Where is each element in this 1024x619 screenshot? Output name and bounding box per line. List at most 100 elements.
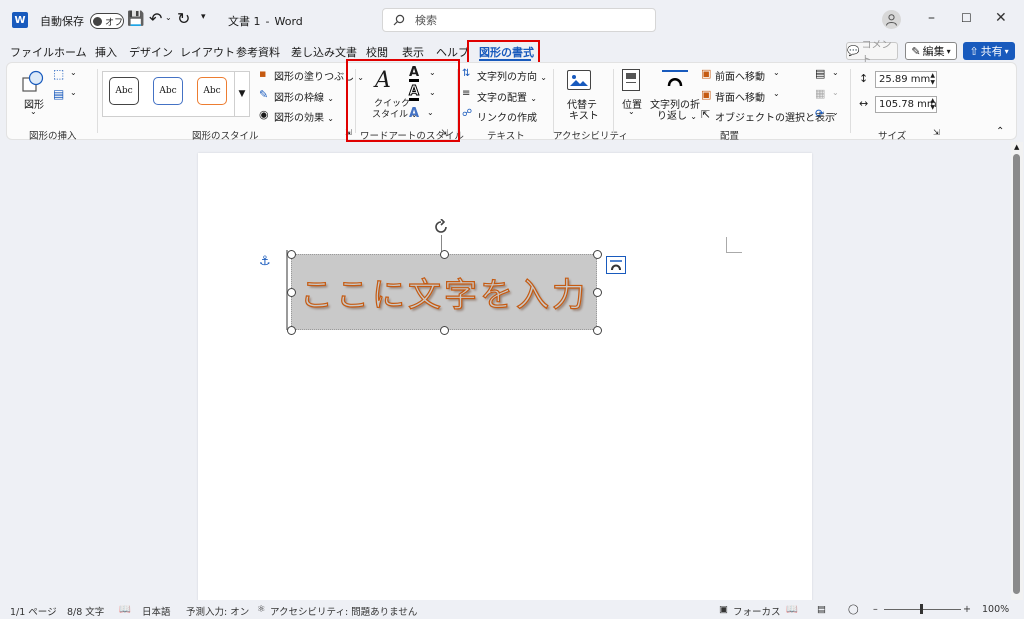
resize-handle-top-left[interactable] xyxy=(286,249,296,259)
send-backward-button[interactable]: 背面へ移動 xyxy=(715,89,765,104)
zoom-slider-thumb[interactable] xyxy=(920,604,923,614)
shape-outline-button[interactable]: 図形の枠線 ⌄ xyxy=(274,89,334,104)
shapes-dropdown-icon[interactable]: ⌄ xyxy=(30,107,37,116)
predictive-input-status[interactable]: 予測入力: オン xyxy=(186,604,249,618)
rotate-handle-icon[interactable] xyxy=(433,219,449,235)
status-bar: 1/1 ページ 8/8 文字 📖 日本語 予測入力: オン ⚛ アクセシビリティ… xyxy=(0,600,1024,619)
bring-forward-icon[interactable]: ▣ xyxy=(701,67,711,80)
shape-styles-more-button[interactable]: ▼ xyxy=(234,71,250,117)
undo-dropdown-icon[interactable]: ⌄ xyxy=(165,13,172,22)
language-indicator[interactable]: 日本語 xyxy=(142,604,171,618)
scroll-up-icon[interactable]: ▲ xyxy=(1014,143,1019,151)
autosave-toggle[interactable]: オフ xyxy=(90,13,124,29)
tab-view[interactable]: 表示 xyxy=(402,44,424,60)
minimize-icon[interactable]: – xyxy=(928,10,935,26)
account-avatar-icon[interactable] xyxy=(882,10,901,29)
tab-insert[interactable]: 挿入 xyxy=(95,44,117,60)
search-box[interactable]: 検索 xyxy=(382,8,656,32)
close-icon[interactable]: ✕ xyxy=(995,10,1007,26)
layout-options-button[interactable] xyxy=(606,256,626,274)
create-link-button[interactable]: リンクの作成 xyxy=(477,109,537,124)
word-count[interactable]: 8/8 文字 xyxy=(67,604,104,618)
shape-effects-button[interactable]: 図形の効果 ⌄ xyxy=(274,109,334,124)
resize-handle-left[interactable] xyxy=(286,287,296,297)
zoom-out-icon[interactable]: – xyxy=(873,604,878,615)
tab-help[interactable]: ヘルプ xyxy=(436,44,469,60)
web-layout-icon[interactable]: ◯ xyxy=(848,604,859,615)
align-text-icon[interactable]: ≡ xyxy=(462,88,470,99)
tab-references[interactable]: 参考資料 xyxy=(236,44,280,60)
wrap-text-line2[interactable]: り返し ⌄ xyxy=(657,107,697,122)
send-backward-dropdown-icon[interactable]: ⌄ xyxy=(773,89,780,98)
resize-handle-top-right[interactable] xyxy=(592,249,602,259)
resize-handle-right[interactable] xyxy=(592,287,602,297)
link-icon[interactable]: ☍ xyxy=(462,108,472,119)
edit-shape-dropdown-icon[interactable]: ⌄ xyxy=(70,68,77,77)
accessibility-status[interactable]: アクセシビリティ: 問題ありません xyxy=(270,604,417,618)
tab-home[interactable]: ホーム xyxy=(54,44,87,60)
send-backward-icon[interactable]: ▣ xyxy=(701,88,711,101)
print-layout-icon[interactable]: ▤ xyxy=(817,604,826,615)
collapse-ribbon-icon[interactable]: ⌃ xyxy=(996,126,1004,137)
focus-mode-button[interactable]: フォーカス xyxy=(733,604,781,618)
width-spinner-icon[interactable]: ▲ ▼ xyxy=(930,97,935,111)
customize-toolbar-icon[interactable]: ▾ xyxy=(201,12,206,22)
shape-width-input[interactable]: 105.78 mm ▲ ▼ xyxy=(875,96,937,113)
rotate-dropdown-icon[interactable]: ⌄ xyxy=(832,108,839,117)
edit-mode-button[interactable]: ✎ 編集 ▾ xyxy=(905,42,957,60)
zoom-level[interactable]: 100% xyxy=(982,604,1009,615)
alt-text-icon[interactable] xyxy=(567,70,591,90)
align-objects-icon[interactable]: ▤ xyxy=(815,67,825,80)
selection-pane-icon[interactable]: ⇱ xyxy=(701,108,710,121)
position-icon[interactable] xyxy=(622,69,640,91)
align-dropdown-icon[interactable]: ⌄ xyxy=(832,68,839,77)
tab-mailings[interactable]: 差し込み文書 xyxy=(291,44,357,60)
position-dropdown-icon[interactable]: ⌄ xyxy=(628,107,635,116)
text-direction-icon[interactable]: ⇅ xyxy=(462,68,470,79)
rotate-icon[interactable]: ⟳ xyxy=(815,107,824,120)
read-mode-icon[interactable]: 📖 xyxy=(786,604,798,615)
document-page[interactable]: ここに文字を入力 ⚓ xyxy=(198,153,812,613)
scrollbar-thumb[interactable] xyxy=(1013,154,1020,594)
shape-effects-icon[interactable]: ◉ xyxy=(259,108,269,121)
undo-icon[interactable]: ↶ xyxy=(149,9,162,28)
share-button[interactable]: ⇧ 共有 ▾ xyxy=(963,42,1015,60)
resize-handle-bottom[interactable] xyxy=(439,325,449,335)
wrap-text-icon[interactable] xyxy=(662,70,688,90)
shape-height-input[interactable]: 25.89 mm ▲ ▼ xyxy=(875,71,937,88)
anchor-icon[interactable]: ⚓ xyxy=(259,254,271,269)
edit-shape-icon[interactable]: ⬚ xyxy=(53,67,64,81)
tab-design[interactable]: デザイン xyxy=(129,44,173,60)
text-direction-button[interactable]: 文字列の方向 ⌄ xyxy=(477,68,547,83)
shape-style-3[interactable]: Abc xyxy=(197,77,227,105)
pen-outline-icon[interactable]: ✎ xyxy=(259,88,268,101)
save-icon[interactable]: 💾 xyxy=(127,11,144,27)
autosave-control[interactable]: 自動保存 オフ xyxy=(40,13,124,29)
proofing-icon[interactable]: 📖 xyxy=(119,604,131,615)
text-box-icon[interactable]: ▤ xyxy=(53,87,64,101)
tab-review[interactable]: 校閲 xyxy=(366,44,388,60)
maximize-icon[interactable]: ☐ xyxy=(961,11,972,25)
shape-style-1[interactable]: Abc xyxy=(109,77,139,105)
bring-forward-dropdown-icon[interactable]: ⌄ xyxy=(773,68,780,77)
bring-forward-button[interactable]: 前面へ移動 xyxy=(715,68,765,83)
page-count[interactable]: 1/1 ページ xyxy=(10,604,57,618)
redo-icon[interactable]: ↻ xyxy=(177,9,190,28)
resize-handle-top[interactable] xyxy=(439,249,449,259)
group-dropdown-icon[interactable]: ⌄ xyxy=(832,88,839,97)
text-box-dropdown-icon[interactable]: ⌄ xyxy=(70,88,77,97)
comment-button[interactable]: 💬 コメント xyxy=(846,40,898,66)
vertical-scrollbar[interactable]: ▲ xyxy=(1011,142,1023,600)
shapes-gallery-button[interactable] xyxy=(21,69,45,96)
paint-bucket-icon[interactable]: ▪ xyxy=(259,67,266,80)
tab-layout[interactable]: レイアウト xyxy=(180,44,235,60)
resize-handle-bottom-right[interactable] xyxy=(592,325,602,335)
tab-file[interactable]: ファイル xyxy=(10,44,54,60)
resize-handle-bottom-left[interactable] xyxy=(286,325,296,335)
height-spinner-icon[interactable]: ▲ ▼ xyxy=(930,72,935,86)
shape-style-2[interactable]: Abc xyxy=(153,77,183,105)
group-objects-icon[interactable]: ▦ xyxy=(815,87,825,100)
align-text-button[interactable]: 文字の配置 ⌄ xyxy=(477,89,537,104)
zoom-in-icon[interactable]: + xyxy=(963,604,971,615)
size-launcher-icon[interactable]: ⇲ xyxy=(933,128,940,137)
